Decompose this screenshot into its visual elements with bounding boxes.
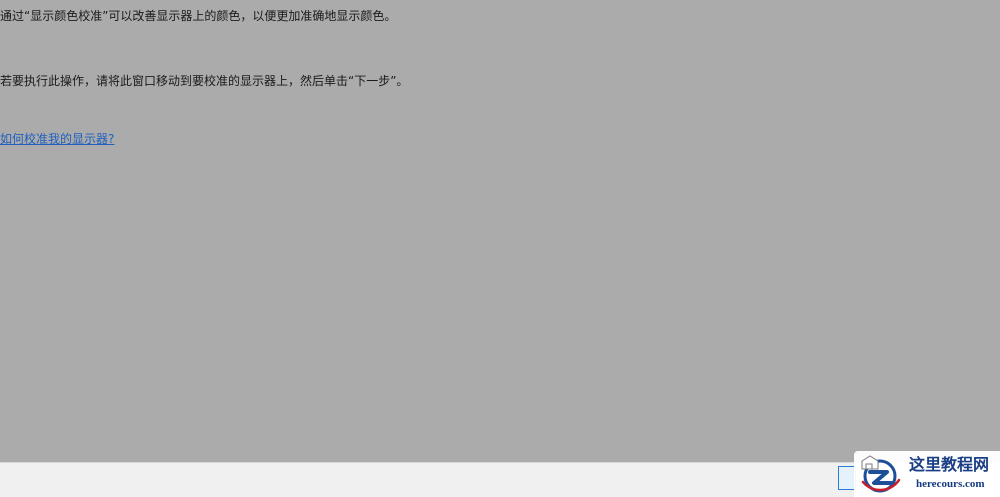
instruction-text: 若要执行此操作，请将此窗口移动到要校准的显示器上，然后单击“下一步”。 <box>0 74 409 88</box>
site-watermark: 这里教程网 herecours.com <box>854 451 1000 497</box>
intro-text: 通过“显示颜色校准”可以改善显示器上的颜色，以便更加准确地显示颜色。 <box>0 9 397 23</box>
calibration-help-link[interactable]: 如何校准我的显示器? <box>0 131 114 147</box>
calibration-intro-content: 通过“显示颜色校准”可以改善显示器上的颜色，以便更加准确地显示颜色。 若要执行此… <box>0 0 1000 462</box>
display-color-calibration-window: 通过“显示颜色校准”可以改善显示器上的颜色，以便更加准确地显示颜色。 若要执行此… <box>0 0 1000 497</box>
watermark-title: 这里教程网 <box>909 455 990 474</box>
watermark-url: herecours.com <box>916 478 985 490</box>
z-logo-icon <box>861 455 901 493</box>
